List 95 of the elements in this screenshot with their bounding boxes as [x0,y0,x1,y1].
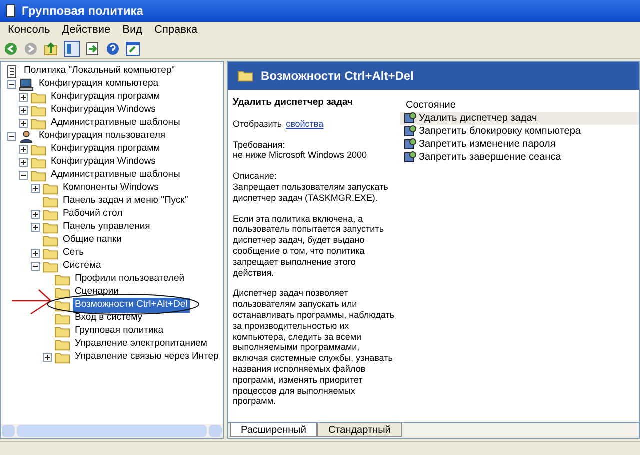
collapse-icon[interactable] [31,262,40,271]
folder-icon [238,70,253,82]
folder-icon [55,352,70,364]
computer-icon [19,78,34,92]
tree-item[interactable]: Групповая политика [73,324,166,339]
expand-icon[interactable] [31,223,40,232]
description-paragraph: Запрещает пользователям запускать диспетчер задач (TASKMGR.EXE). [233,182,390,204]
tree-item[interactable]: Административные шаблоны [49,116,182,131]
setting-name: Запретить завершение сеанса [419,151,562,165]
collapse-icon[interactable] [7,80,16,89]
back-icon[interactable] [4,42,18,56]
expand-icon[interactable] [31,210,40,219]
menu-item[interactable]: Вид [122,22,143,39]
tree-item[interactable]: Система [61,259,104,274]
folder-icon [31,92,46,104]
collapse-icon[interactable] [7,132,16,141]
expand-icon[interactable] [19,158,28,167]
expand-icon[interactable] [19,93,28,102]
tree-item[interactable]: Профили пользователей [73,272,187,287]
description-paragraph: Диспетчер задач позволяет пользователям запускать или останавливать программы, наблюдать за производительностью их компьютера, следить за всеми выполняемыми программами, включая системные службы, узнавать названия исполняемых файлов программ, изменять приоритет процессов для выполняемых программ. [233,288,395,408]
folder-icon [43,196,58,208]
help-icon[interactable] [106,42,120,56]
menu-item[interactable]: Справка [154,22,198,39]
folder-icon [55,274,70,286]
expand-icon[interactable] [19,145,28,154]
tree-item[interactable]: Конфигурация пользователя [37,129,168,144]
properties-link[interactable]: свойства [286,118,324,130]
tree-item[interactable]: Конфигурация Windows [49,103,158,118]
setting-title: Удалить диспетчер задач [233,98,354,109]
details-title: Возможности Ctrl+Alt+Del [261,68,414,85]
tree-item[interactable]: Конфигурация Windows [49,155,158,170]
folder-icon [31,118,46,130]
user-icon [19,130,34,144]
tree-item[interactable]: Сеть [61,246,86,261]
tree-item[interactable]: Политика "Локальный компьютер" [22,64,178,79]
folder-icon [31,104,46,116]
folder-icon [43,182,58,194]
folder-icon [43,222,58,234]
view-tab[interactable]: Стандартный [317,423,402,437]
folder-icon [31,156,46,168]
window-icon[interactable] [126,42,140,56]
tree-item[interactable]: Панель управления [61,220,152,235]
export-icon[interactable] [86,42,100,56]
setting-name: Запретить изменение пароля [419,138,556,152]
tree-item[interactable]: Сценарии [73,285,121,300]
tree-item[interactable]: Управление электропитанием [73,337,210,352]
policy-setting-icon [404,151,417,164]
menu-item[interactable]: Действие [62,22,111,39]
tree-item[interactable]: Административные шаблоны [49,168,182,183]
tree-item[interactable]: Вход в систему [73,311,145,326]
tree-item[interactable]: Панель задач и меню "Пуск" [61,194,190,209]
folder-icon [43,248,58,260]
collapse-icon[interactable] [19,171,28,180]
expand-icon[interactable] [43,353,52,362]
folder-icon [43,260,58,272]
tree-item[interactable]: Конфигурация компьютера [37,77,161,92]
description-label: Описание: [233,171,278,182]
view-tab[interactable]: Расширенный [230,423,318,437]
description-paragraph: Если эта политика включена, а пользователь попытается запустить диспетчер задач, будет выдано сообщение о том, что политика запрещает выполнение этого действия. [233,214,386,278]
policy-setting-icon [404,138,417,151]
folder-icon [55,326,70,338]
folder-up-icon[interactable] [44,42,58,56]
open-folder-icon [55,300,70,312]
expand-icon[interactable] [31,249,40,258]
expand-icon[interactable] [19,106,28,115]
folder-icon [31,170,46,182]
show-label: Отобразить [233,118,282,130]
folder-icon [43,234,58,246]
window-title: Групповая политика [22,3,144,20]
setting-name: Запретить блокировку компьютера [419,125,581,139]
tree-item[interactable]: Рабочий стол [61,207,125,222]
policy-setting-icon [404,125,417,138]
requirements-label: Требования: [233,140,286,150]
requirements-text: не ниже Microsoft Windows 2000 [233,150,368,162]
expand-icon[interactable] [19,119,28,128]
tree-item[interactable]: Конфигурация программ [49,90,162,105]
expand-icon[interactable] [31,184,40,193]
column-header: Состояние [405,99,457,112]
tree-item[interactable]: Общие папки [61,233,124,248]
policy-setting-icon [404,112,417,125]
tree-item[interactable]: Компоненты Windows [61,181,161,196]
tree-item[interactable]: Конфигурация программ [49,142,162,157]
hand-drawn-arrow [11,289,53,316]
folder-icon [55,286,70,298]
folder-icon [43,208,58,220]
folder-icon [31,144,46,156]
menu-item[interactable]: Консоль [8,22,50,39]
tree-item[interactable]: Управление связью через Интер [73,350,221,365]
horizontal-scrollbar[interactable] [1,424,223,438]
setting-row[interactable]: Удалить диспетчер задач [400,112,639,125]
setting-name: Удалить диспетчер задач [419,112,538,126]
folder-icon [55,338,70,350]
panel-toggle-icon[interactable] [64,40,80,56]
folder-icon [55,312,70,324]
tree-item[interactable]: Возможности Ctrl+Alt+Del [73,298,190,313]
